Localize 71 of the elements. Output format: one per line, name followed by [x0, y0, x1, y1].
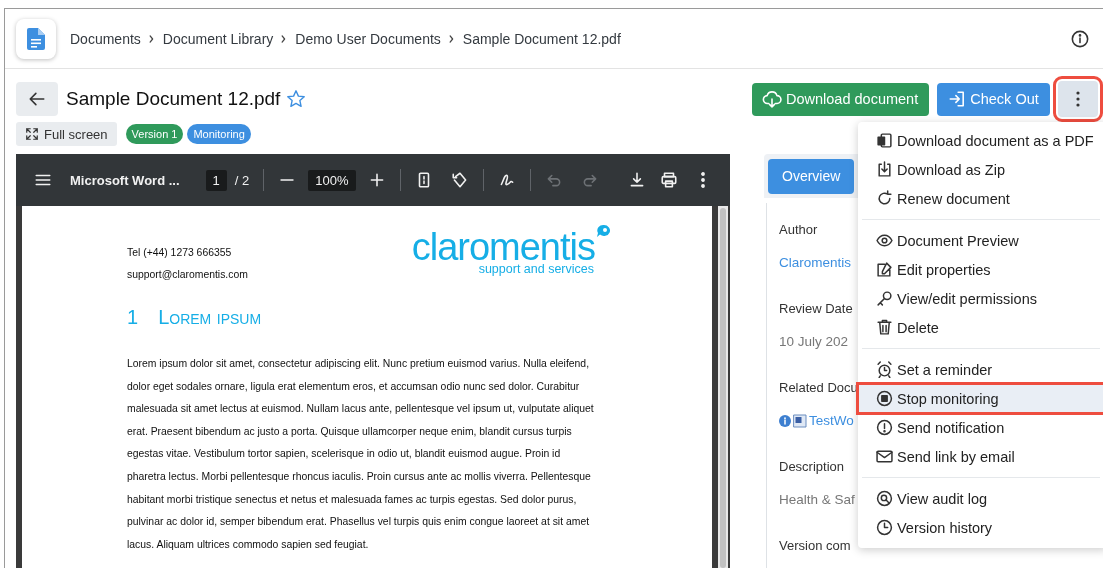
breadcrumb-link[interactable]: Sample Document 12.pdf	[462, 30, 621, 47]
page-number-field[interactable]: 1	[205, 169, 227, 191]
file-name: Microsoft Word ...	[70, 172, 180, 188]
back-button[interactable]	[16, 82, 58, 116]
field-value: Health & Saf	[779, 492, 855, 507]
stop-icon	[876, 390, 893, 407]
scrollbar[interactable]	[718, 206, 728, 568]
arrow-left-icon	[28, 90, 46, 108]
menu-item[interactable]: Set a reminder	[858, 355, 1103, 384]
download-button[interactable]: Download document	[752, 82, 929, 116]
field-label: Description	[779, 459, 845, 474]
kebab-icon	[701, 172, 705, 188]
menu-item[interactable]: Renew document	[858, 184, 1103, 213]
status-badge: Version 1	[125, 124, 184, 144]
trash-icon	[876, 319, 893, 336]
alert-icon	[876, 419, 893, 436]
menu-item[interactable]: Send notification	[858, 413, 1103, 442]
breadcrumb-link[interactable]: Document Library	[162, 30, 274, 47]
download-icon	[628, 171, 646, 189]
envelope-icon	[876, 448, 893, 465]
menu-item[interactable]: Edit properties	[858, 255, 1103, 284]
menu-item[interactable]: Version history	[858, 513, 1103, 542]
body-paragraph: Lorem ipsum dolor sit amet, consectetur adipiscing elit. Nunc pretium euismod varius. Nulla eleifend, dolor eget sodales ornare, ligula erat elementum eros, et accumsan odio nunc sed dolor. Curabitur malesuada sit amet lectus at euismod. Nullam lacus ante, pellentesque vel ipsum ut, vulputate aliquet erat. Praesent bibendum ac justo a porta. Quisque ullamcorper neque enim, blandit cursus turpis egestas vitae. Vestibulum tortor sapien, scelerisque in odio ut, blandit euismod augue. Proin id pharetra lectus. Morbi pellentesque rhoncus iaculis. Proin cursus ante ac mollis viverra. Pellentesque habitant morbi tristique senectus et netus et malesuada fames ac turpis egestas. Sed dolor purus, pulvinar ac dolor id, semper bibendum erat. Phasellus vel turpis quis enim congue laoreet at sit amet lacus. Aliquam ultrices commodo sapien sed feugiat.	[127, 357, 595, 552]
menu-item[interactable]: Delete	[858, 313, 1103, 342]
menu-item[interactable]: Stop monitoring	[858, 384, 1103, 413]
refresh-icon	[876, 190, 893, 207]
field-label: Version com	[779, 538, 851, 553]
word-file-icon	[793, 413, 807, 428]
full-screen-button[interactable]: Full screen	[16, 122, 117, 146]
menu-item[interactable]: Download document as a PDF	[858, 126, 1103, 155]
breadcrumb-link[interactable]: Documents	[70, 30, 141, 47]
download-tray-icon	[876, 161, 893, 178]
app-logo[interactable]	[16, 18, 56, 59]
print-icon	[660, 171, 678, 189]
page-count: / 2	[234, 172, 250, 188]
menu-item[interactable]: View/edit permissions	[858, 284, 1103, 313]
key-icon	[876, 290, 893, 307]
speech-bubble-icon	[596, 224, 612, 238]
heading-number: 1	[127, 306, 139, 329]
phone-number: Tel (+44) 1273 666355	[127, 246, 233, 260]
field-label: Author	[779, 222, 818, 237]
document-icon	[27, 27, 45, 50]
rotate-icon	[450, 171, 469, 189]
author-link[interactable]: Claromentis	[779, 255, 852, 270]
eye-icon	[876, 232, 893, 249]
email-address: support@claromentis.com	[127, 268, 248, 282]
expand-icon	[25, 127, 39, 141]
related-document-link[interactable]: TestWo	[809, 413, 854, 428]
sign-in-icon	[948, 90, 967, 108]
edit-icon	[876, 261, 893, 278]
search-icon	[876, 490, 893, 507]
star-icon[interactable]	[286, 89, 307, 109]
kebab-icon	[1076, 91, 1080, 107]
menu-item[interactable]: Document Preview	[858, 226, 1103, 255]
section-heading: Lorem ipsum	[158, 306, 262, 329]
menu-item[interactable]: View audit log	[858, 484, 1103, 513]
pdf-file-icon	[876, 132, 893, 149]
field-label: Review Date	[779, 301, 853, 316]
info-icon	[1071, 29, 1089, 48]
logo-tagline: support and services	[478, 262, 594, 276]
menu-item[interactable]: Download as Zip	[858, 155, 1103, 184]
breadcrumb-link[interactable]: Demo User Documents	[295, 30, 441, 47]
menu-item[interactable]: Send link by email	[858, 442, 1103, 471]
cloud-download-icon	[762, 90, 782, 108]
alarm-clock-icon	[876, 361, 893, 378]
info-icon	[779, 414, 791, 427]
field-value: 10 July 202	[779, 334, 849, 349]
zoom-field[interactable]: 100%	[308, 169, 356, 191]
status-badge: Monitoring	[187, 124, 251, 144]
clock-icon	[876, 519, 893, 536]
document-title: Sample Document 12.pdf	[66, 88, 281, 110]
